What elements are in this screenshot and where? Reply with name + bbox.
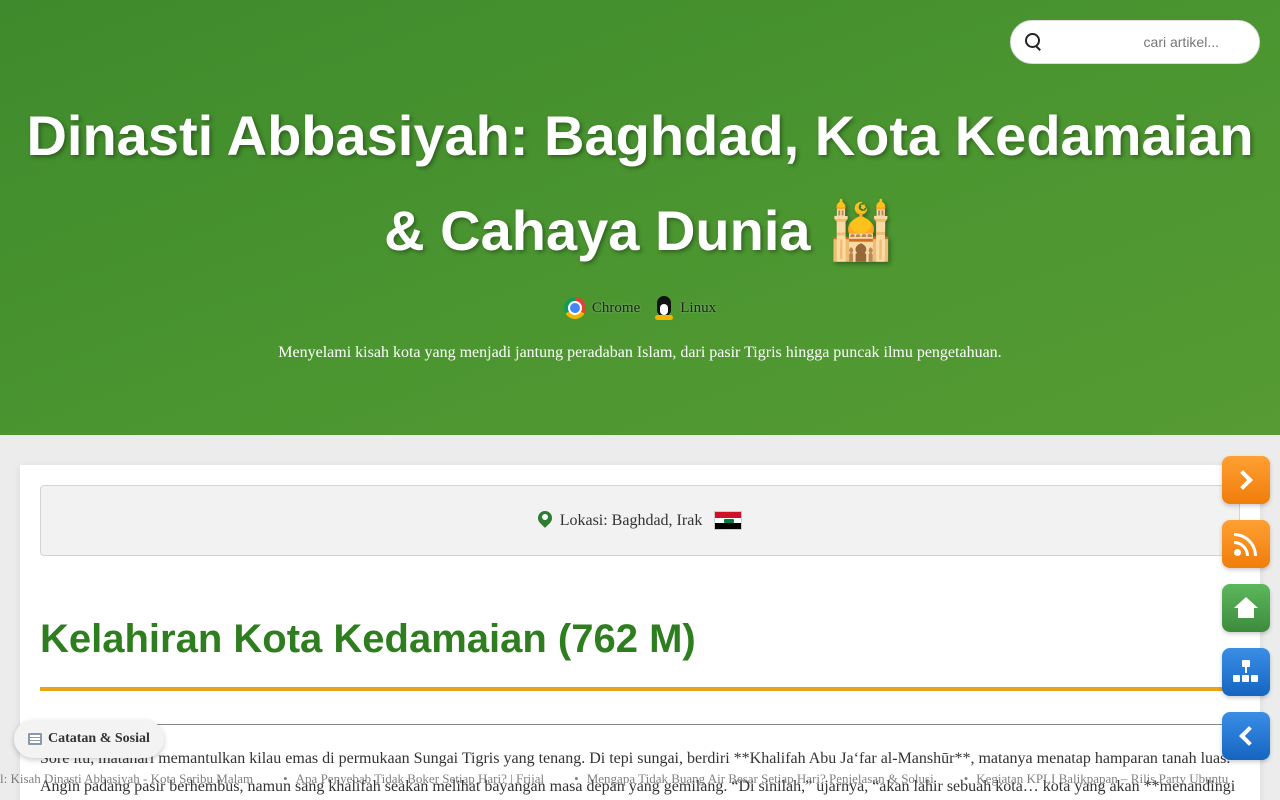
next-button[interactable]	[1222, 456, 1270, 504]
notes-social-chip[interactable]: Catatan & Sosial	[14, 720, 164, 758]
search-input[interactable]	[1038, 27, 1245, 57]
ticker-item[interactable]: • Apa Penyebab Tidak Boker Setiap Hari? |…	[283, 771, 544, 787]
chrome-badge: Chrome	[563, 296, 641, 320]
search-icon[interactable]	[1025, 33, 1040, 51]
chevron-left-icon	[1239, 726, 1259, 746]
article-card: Lokasi: Baghdad, Irak Kelahiran Kota Ked…	[20, 465, 1260, 800]
section-title: Kelahiran Kota Kedamaian (762 M)	[40, 617, 696, 661]
ticker-item[interactable]: • Mengapa Tidak Buang Air Besar Setiap Ha…	[574, 771, 934, 787]
notes-social-label: Catatan & Sosial	[48, 731, 150, 746]
page-subtitle: Menyelami kisah kota yang menjadi jantun…	[278, 344, 1002, 361]
hero-header: Dinasti Abbasiyah: Baghdad, Kota Kedamai…	[0, 0, 1280, 435]
sitemap-icon	[1233, 660, 1259, 684]
map-pin-icon	[538, 511, 552, 531]
back-button[interactable]	[1222, 712, 1270, 760]
section-divider	[40, 687, 1240, 691]
ticker-item[interactable]: • Kegiatan KPLI Balikpapan – Rilis Party …	[964, 771, 1229, 787]
ticker-item[interactable]: l: Kisah Dinasti Abbasiyah - Kota Seribu…	[0, 771, 253, 787]
chrome-icon	[563, 297, 586, 319]
page-title-line1: Dinasti Abbasiyah: Baghdad, Kota Kedamai…	[26, 104, 1254, 167]
home-button[interactable]	[1222, 584, 1270, 632]
location-text: Lokasi: Baghdad, Irak	[559, 511, 703, 529]
linux-tux-icon	[654, 296, 674, 320]
newspaper-icon	[28, 733, 42, 745]
linux-badge-label: Linux	[680, 299, 717, 316]
location-box: Lokasi: Baghdad, Irak	[40, 485, 1240, 556]
iraq-flag-icon	[714, 511, 743, 530]
chevron-right-icon	[1233, 470, 1253, 490]
news-ticker: l: Kisah Dinasti Abbasiyah - Kota Seribu…	[0, 768, 1280, 790]
rss-icon	[1234, 532, 1258, 556]
rss-button[interactable]	[1222, 520, 1270, 568]
page-title-line2: & Cahaya Dunia 🕌	[384, 199, 896, 262]
floating-nav	[1222, 456, 1270, 760]
platform-badges: Chrome Linux	[0, 296, 1280, 320]
thin-divider	[140, 724, 1240, 725]
chrome-badge-label: Chrome	[591, 299, 641, 316]
linux-badge: Linux	[654, 296, 716, 320]
home-icon	[1234, 597, 1258, 619]
search-box[interactable]	[1010, 20, 1260, 64]
sitemap-button[interactable]	[1222, 648, 1270, 696]
page-title: Dinasti Abbasiyah: Baghdad, Kota Kedamai…	[0, 88, 1280, 278]
